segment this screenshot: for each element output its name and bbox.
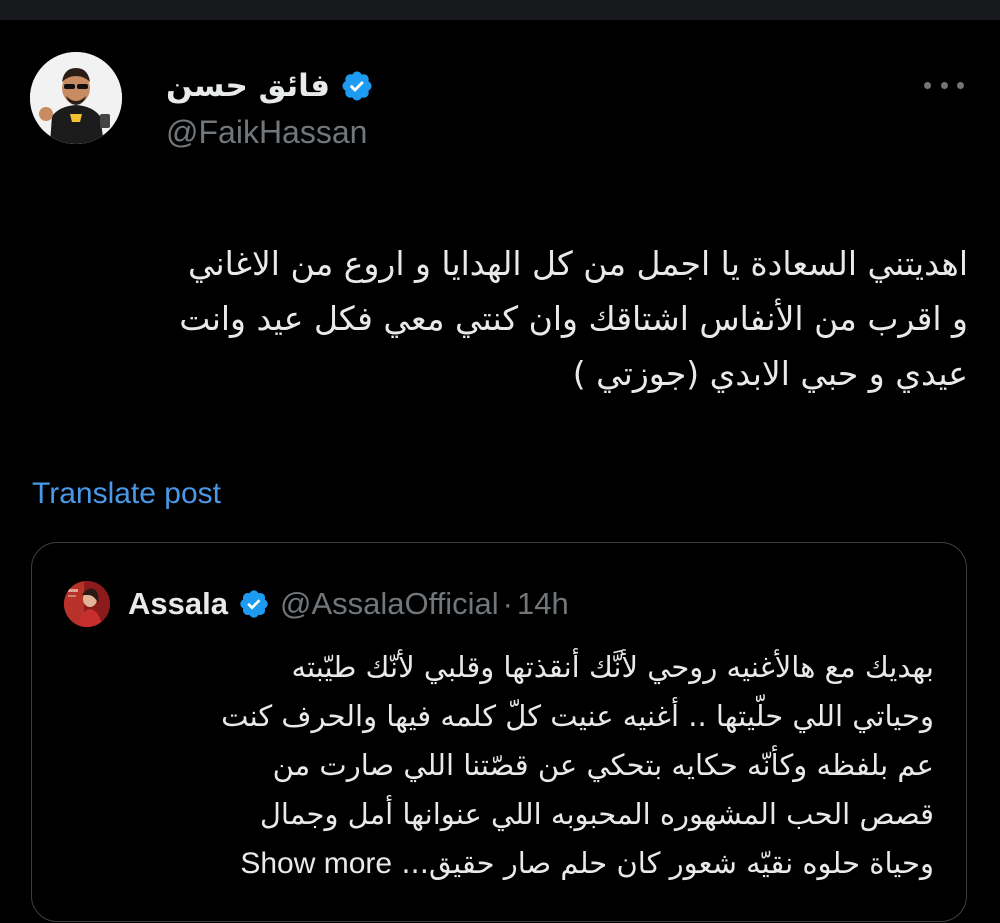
quoted-text-line: وحياتي اللي حلّيتها .. أغنيه عنيت كلّ كل… [221, 699, 934, 733]
quoted-text-line: عم بلفظه وكأنّه حكايه بتحكي عن قصّتنا ال… [272, 748, 934, 782]
show-more-link[interactable]: Show more [240, 847, 392, 880]
separator-dot: · [502, 586, 513, 621]
post-text: اهديتني السعادة يا اجمل من كل الهدايا و … [20, 236, 968, 401]
quoted-author-avatar[interactable] [64, 581, 110, 627]
author-avatar[interactable] [30, 52, 122, 144]
quoted-post-text: بهديك مع هالأغنيه روحي لأنَّك أنقذتها وق… [54, 643, 934, 888]
more-dot [924, 81, 931, 89]
quoted-text-line: بهديك مع هالأغنيه روحي لأنَّك أنقذتها وق… [291, 650, 934, 684]
post-text-line: و اقرب من الأنفاس اشتاقك وان كنتي معي فك… [179, 299, 968, 338]
post-text-line: اهديتني السعادة يا اجمل من كل الهدايا و … [187, 244, 968, 283]
quoted-text-last-line: وحياة حلوه نقيّه شعور كان حلم صار حقيق..… [54, 839, 934, 888]
more-dot [957, 81, 964, 89]
more-options-icon[interactable] [924, 70, 964, 100]
quoted-post-card[interactable]: Assala @AssalaOfficial · 14h بهديك مع ها… [31, 542, 967, 922]
quoted-author-row: Assala @AssalaOfficial · 14h [128, 581, 569, 627]
top-bar [0, 0, 1000, 20]
quoted-handle[interactable]: @AssalaOfficial [280, 586, 499, 622]
post-text-line: عيدي و حبي الابدي (جوزتي ) [572, 354, 968, 393]
more-dot [940, 81, 948, 89]
tweet-detail: فائق حسن @FaikHassan اهديتني السعادة يا … [0, 20, 1000, 923]
quoted-text-line: قصص الحب المشهوره المحبوبه اللي عنوانها … [259, 797, 934, 831]
quoted-timestamp[interactable]: 14h [517, 586, 569, 622]
verified-badge-icon[interactable] [238, 588, 270, 620]
author-display-name[interactable]: فائق حسن [166, 64, 330, 108]
quoted-display-name[interactable]: Assala [128, 586, 228, 622]
verified-badge-icon[interactable] [340, 69, 374, 103]
quoted-text-line: وحياة حلوه نقيّه شعور كان حلم صار حقيق..… [401, 846, 934, 880]
translate-post-link[interactable]: Translate post [32, 474, 221, 514]
author-handle[interactable]: @FaikHassan [166, 112, 367, 152]
author-name-row: فائق حسن [166, 64, 374, 108]
